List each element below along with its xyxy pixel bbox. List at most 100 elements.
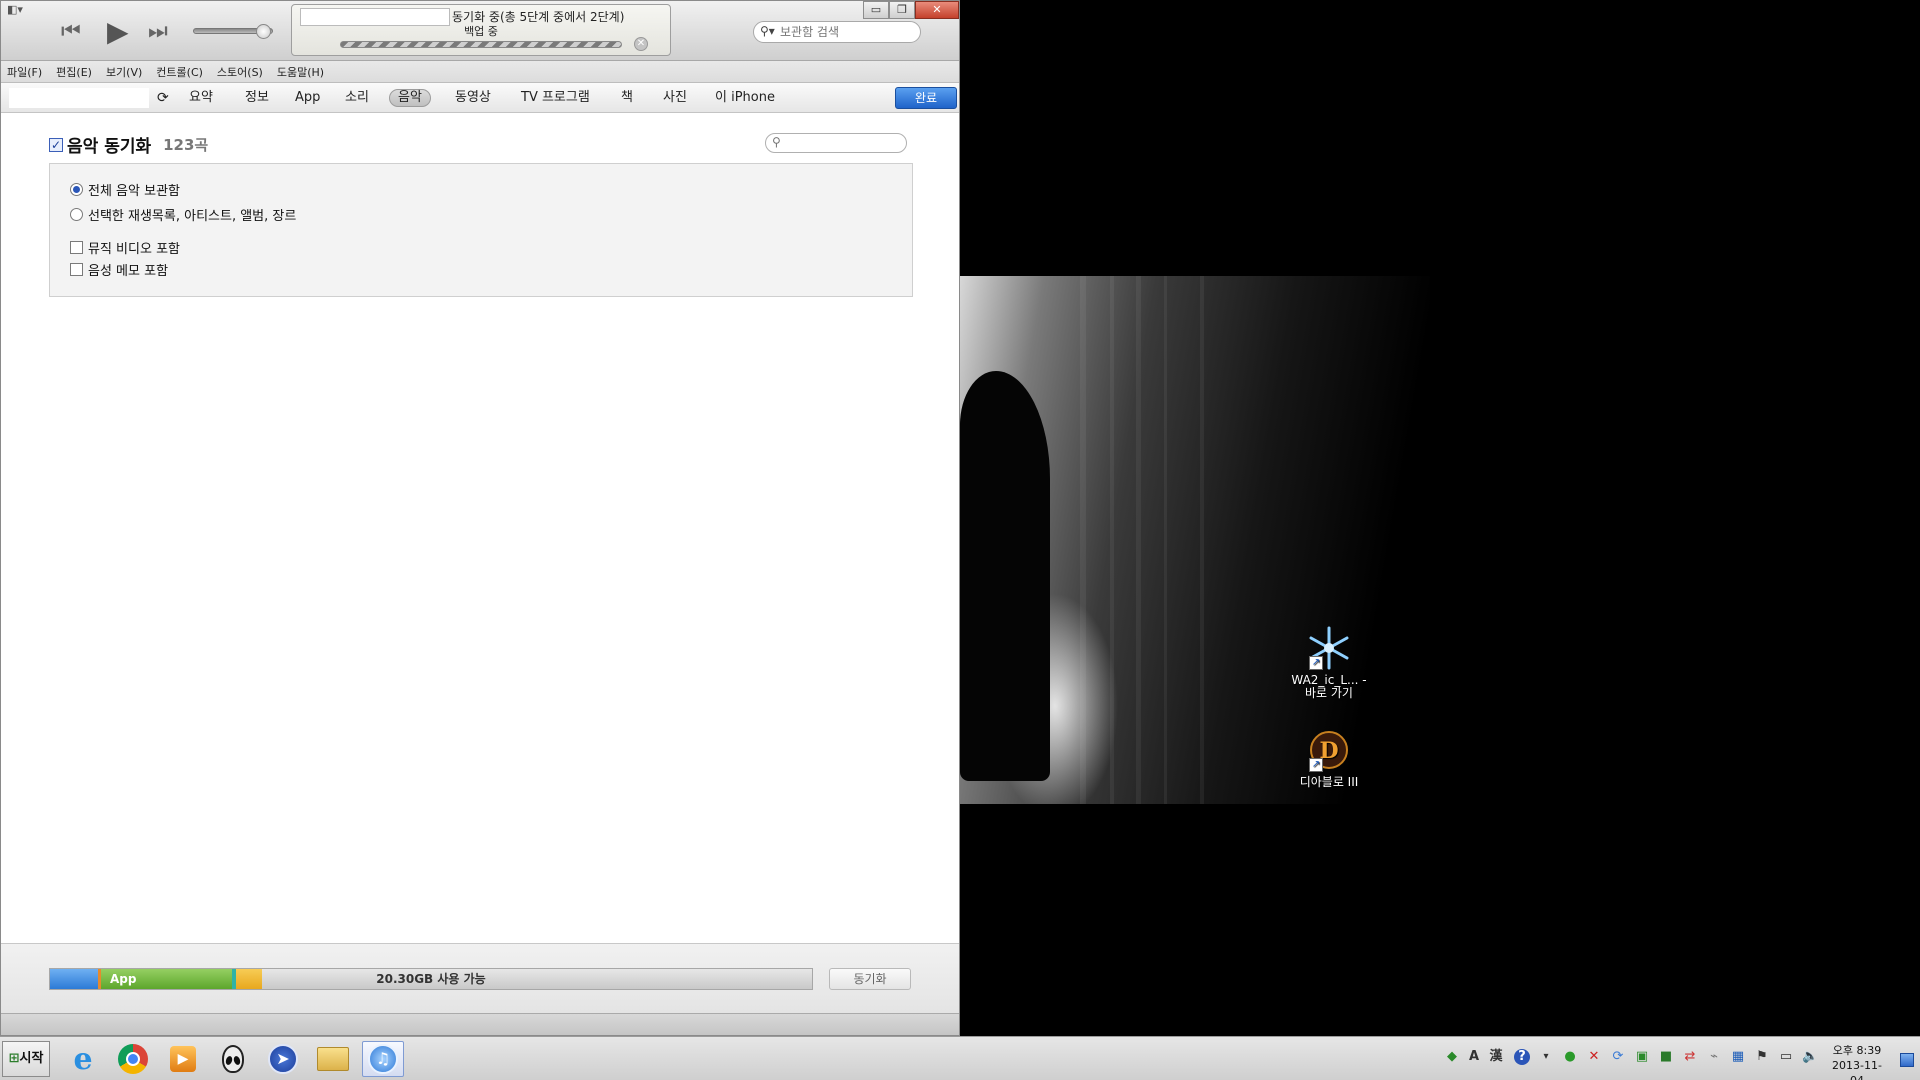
sync-tray-icon[interactable]: ⟳ xyxy=(1610,1049,1626,1065)
radio-selected[interactable] xyxy=(70,208,83,221)
start-label: 시작 xyxy=(19,1051,44,1066)
start-button[interactable]: ⊞시작 xyxy=(2,1041,50,1077)
play-button[interactable]: ▶ xyxy=(107,15,129,48)
menu-controls[interactable]: 컨트롤(C) xyxy=(156,64,203,80)
music-options-panel: 전체 음악 보관함 선택한 재생목록, 아티스트, 앨범, 장르 뮤직 비디오 … xyxy=(49,163,913,297)
tab-tones[interactable]: 소리 xyxy=(337,89,377,107)
desktop-wallpaper xyxy=(960,276,1430,804)
option-include-videos[interactable]: 뮤직 비디오 포함 xyxy=(70,238,180,257)
hanja-icon[interactable]: 漢 xyxy=(1488,1049,1504,1065)
capacity-free-label: 20.30GB 사용 가능 xyxy=(376,972,486,986)
option-entire-library-label: 전체 음악 보관함 xyxy=(88,184,180,199)
desktop-icon-wa2-shortcut[interactable]: ↗ WA2_ic_L... - 바로 가기 xyxy=(1289,624,1369,700)
app-menu-icon[interactable]: ◧▾ xyxy=(7,3,29,19)
sync-music-title[interactable]: 음악 동기화 xyxy=(67,132,151,157)
tab-apps[interactable]: App xyxy=(287,89,328,107)
tab-summary[interactable]: 요약 xyxy=(181,89,221,107)
clock-time: 오후 8:39 xyxy=(1832,1044,1882,1057)
alien-icon[interactable] xyxy=(212,1041,254,1077)
song-count: 123곡 xyxy=(163,136,209,154)
security-tray-icon[interactable]: ■ xyxy=(1658,1049,1674,1065)
desktop-icon-label: WA2_ic_L... - 바로 가기 xyxy=(1291,673,1367,700)
library-search[interactable]: ⚲▾ xyxy=(753,21,921,43)
language-options-icon[interactable]: ▾ xyxy=(1538,1049,1554,1065)
device-tray-icon[interactable]: ⌁ xyxy=(1706,1049,1722,1065)
help-icon[interactable]: ? xyxy=(1514,1049,1530,1065)
cancel-sync-icon[interactable]: ✕ xyxy=(634,37,648,51)
volume-slider[interactable] xyxy=(193,24,273,39)
menu-help[interactable]: 도움말(H) xyxy=(277,64,324,80)
sync-button[interactable]: 동기화 xyxy=(829,968,911,990)
itunes-titlebar: ◧▾ ⏮ ▶ ⏭ 동기화 중(총 5단계 중에서 2단계) 백업 중 ✕ ⚲▾ … xyxy=(1,1,959,61)
option-entire-library[interactable]: 전체 음악 보관함 xyxy=(70,180,180,199)
clock[interactable]: 오후 8:39 2013-11-04 xyxy=(1826,1043,1888,1080)
checkbox-include-videos[interactable] xyxy=(70,241,83,254)
tab-tv-shows[interactable]: TV 프로그램 xyxy=(513,89,598,107)
clock-date: 2013-11-04 xyxy=(1832,1059,1882,1080)
sync-icon[interactable]: ⟳ xyxy=(149,89,177,107)
shortcut-arrow-icon: ↗ xyxy=(1309,758,1323,772)
windows-logo-icon: ⊞ xyxy=(8,1051,20,1066)
itunes-icon[interactable]: ♫ xyxy=(362,1041,404,1077)
monitor-tray-icon[interactable]: ▣ xyxy=(1634,1049,1650,1065)
grid-tray-icon[interactable]: ▦ xyxy=(1730,1049,1746,1065)
option-include-voice-memos-label: 음성 메모 포함 xyxy=(88,264,169,279)
tab-movies[interactable]: 동영상 xyxy=(447,89,499,107)
status-bar xyxy=(1,1013,959,1035)
tab-photos[interactable]: 사진 xyxy=(655,89,695,107)
ime-mode-icon[interactable]: A xyxy=(1466,1049,1482,1065)
usb-tray-icon[interactable]: ⇄ xyxy=(1682,1049,1698,1065)
desktop-icon-diablo3[interactable]: D ↗ 디아블로 III xyxy=(1289,726,1369,789)
search-icon: ⚲▾ xyxy=(760,24,775,38)
option-selected[interactable]: 선택한 재생목록, 아티스트, 앨범, 장르 xyxy=(70,205,296,224)
taskbar: ⊞시작 e ▶ ➤ ♫ ◆ A 漢 ? ▾ ● ✕ ⟳ ▣ ■ ⇄ ⌁ ▦ ⚑ … xyxy=(0,1036,1920,1080)
tab-music[interactable]: 음악 xyxy=(389,89,431,107)
radio-entire-library[interactable] xyxy=(70,183,83,196)
media-player-icon[interactable]: ▶ xyxy=(162,1041,204,1077)
close-button[interactable]: ✕ xyxy=(915,1,959,19)
backup-status-text: 백업 중 xyxy=(464,25,498,38)
sync-music-checkbox[interactable]: ✓ xyxy=(49,137,63,152)
action-center-flag-icon[interactable]: ⚑ xyxy=(1754,1049,1770,1065)
capacity-bar: App 20.30GB 사용 가능 xyxy=(49,968,813,990)
music-filter-search[interactable]: ⚲ xyxy=(765,133,907,153)
device-tab-bar: ⟳ 요약 정보 App 소리 음악 동영상 TV 프로그램 책 사진 이 iPh… xyxy=(1,83,959,113)
language-bar-icon[interactable]: ◆ xyxy=(1444,1049,1460,1065)
device-name-field xyxy=(9,88,149,108)
checkbox-include-voice-memos[interactable] xyxy=(70,263,83,276)
show-desktop-button[interactable] xyxy=(1900,1053,1914,1067)
menu-store[interactable]: 스토어(S) xyxy=(217,64,263,80)
music-sync-panel: ✓ 음악 동기화 123곡 ⚲ 전체 음악 보관함 선택한 재생목록, 아티스트… xyxy=(1,113,959,943)
done-button[interactable]: 완료 xyxy=(895,87,957,109)
tab-on-iphone[interactable]: 이 iPhone xyxy=(707,89,783,107)
internet-explorer-icon[interactable]: e xyxy=(62,1041,104,1077)
tab-books[interactable]: 책 xyxy=(613,89,641,107)
antivirus-icon[interactable]: ✕ xyxy=(1586,1049,1602,1065)
option-selected-label: 선택한 재생목록, 아티스트, 앨범, 장르 xyxy=(88,209,297,224)
network-shield-icon[interactable]: ● xyxy=(1562,1049,1578,1065)
next-button[interactable]: ⏭ xyxy=(148,19,168,44)
library-search-input[interactable] xyxy=(780,24,910,40)
menubar: 파일(F) 편집(E) 보기(V) 컨트롤(C) 스토어(S) 도움말(H) xyxy=(1,61,959,83)
status-display: 동기화 중(총 5단계 중에서 2단계) 백업 중 ✕ xyxy=(291,4,671,56)
sync-progress-bar xyxy=(340,41,622,48)
chrome-icon[interactable] xyxy=(112,1041,154,1077)
desktop-icon-label: 디아블로 III xyxy=(1299,775,1359,789)
diablo-icon: D ↗ xyxy=(1305,726,1353,774)
menu-view[interactable]: 보기(V) xyxy=(106,64,142,80)
capacity-area: App 20.30GB 사용 가능 동기화 xyxy=(1,943,959,1035)
option-include-voice-memos[interactable]: 음성 메모 포함 xyxy=(70,260,168,279)
itunes-window: ◧▾ ⏮ ▶ ⏭ 동기화 중(총 5단계 중에서 2단계) 백업 중 ✕ ⚲▾ … xyxy=(0,0,960,1036)
shortcut-arrow-icon: ↗ xyxy=(1309,656,1323,670)
menu-file[interactable]: 파일(F) xyxy=(7,64,42,80)
volume-icon[interactable]: 🔈 xyxy=(1802,1049,1818,1065)
previous-button[interactable]: ⏮ xyxy=(61,19,81,44)
tab-info[interactable]: 정보 xyxy=(237,89,277,107)
folder-icon[interactable] xyxy=(312,1041,354,1077)
maximize-button[interactable]: ❐ xyxy=(889,1,915,19)
network-icon[interactable]: ▭ xyxy=(1778,1049,1794,1065)
minimize-button[interactable]: ▭ xyxy=(863,1,889,19)
compass-icon[interactable]: ➤ xyxy=(262,1041,304,1077)
menu-edit[interactable]: 편집(E) xyxy=(56,64,92,80)
volume-knob[interactable] xyxy=(256,24,271,39)
